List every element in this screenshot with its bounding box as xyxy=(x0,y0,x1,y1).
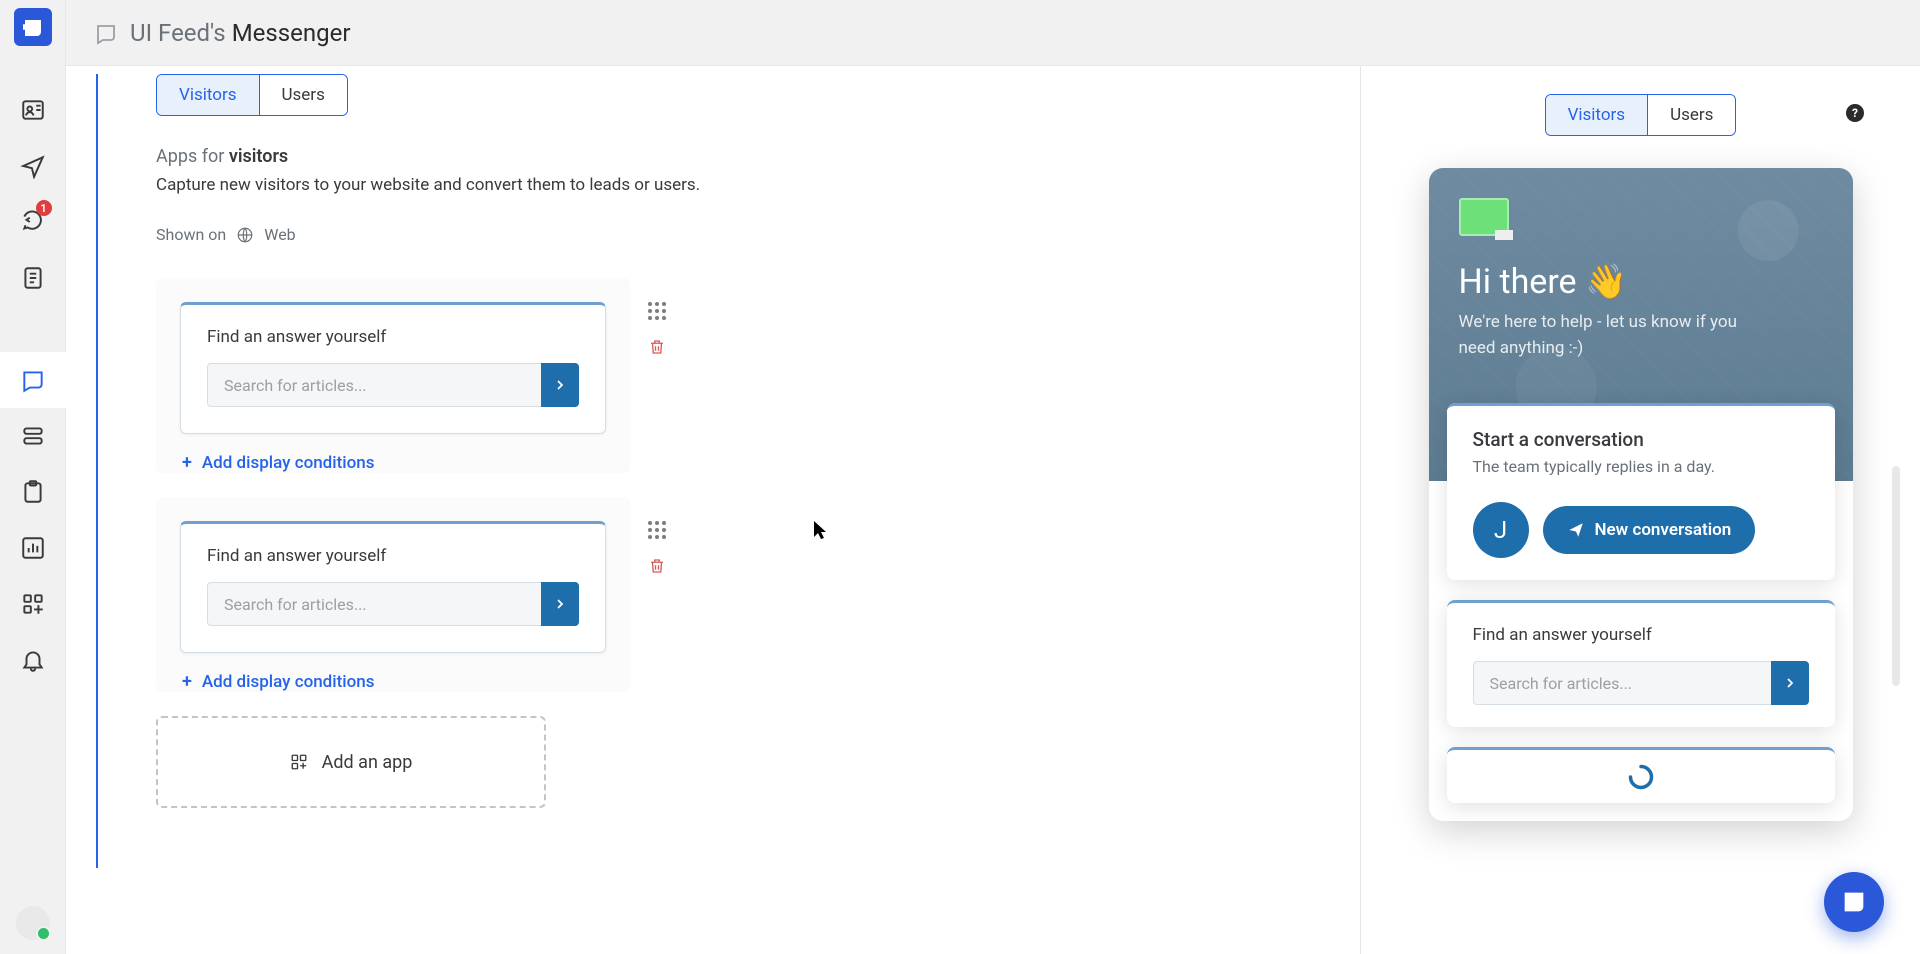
plus-icon: + xyxy=(182,452,192,473)
globe-icon xyxy=(236,226,254,244)
messenger-icon xyxy=(20,367,46,393)
add-display-conditions-button-1[interactable]: + Add display conditions xyxy=(182,452,606,473)
messenger-preview-panel: Visitors Users ? Hi there 👋 We're here t… xyxy=(1360,66,1920,954)
trash-icon xyxy=(648,557,666,575)
nav-apps[interactable] xyxy=(0,576,66,632)
preview-scrollbar[interactable] xyxy=(1892,466,1900,686)
drag-handle[interactable] xyxy=(648,302,666,320)
spinner-icon xyxy=(1627,763,1655,791)
shown-on-row: Shown on Web xyxy=(156,225,926,244)
config-panel: Visitors Users Apps for visitors Capture… xyxy=(66,66,1360,954)
nav-articles[interactable] xyxy=(0,250,66,306)
page-header: UI Feed's Messenger xyxy=(66,0,1920,66)
user-avatar[interactable] xyxy=(16,906,50,940)
article-search-card: Find an answer yourself xyxy=(180,302,606,434)
nav-reports[interactable] xyxy=(0,520,66,576)
shown-on-label: Shown on xyxy=(156,225,226,244)
bell-icon xyxy=(20,647,46,673)
team-avatar: J xyxy=(1473,502,1529,558)
messenger-launcher[interactable] xyxy=(1824,872,1884,932)
audience-segmented-control: Visitors Users xyxy=(156,74,348,116)
shown-on-value: Web xyxy=(264,225,295,244)
apps-grid-icon xyxy=(20,591,46,617)
nav-messenger[interactable] xyxy=(0,352,66,408)
send-arrow-icon xyxy=(20,153,46,179)
app-block-2: Find an answer yourself + Add display co… xyxy=(156,497,630,692)
preview-article-search-input[interactable] xyxy=(1473,661,1771,705)
add-app-label: Add an app xyxy=(322,752,413,773)
card-title: Find an answer yourself xyxy=(207,546,579,566)
delete-button[interactable] xyxy=(648,557,666,579)
preview-help-button[interactable]: ? xyxy=(1846,104,1864,122)
nav-inbox[interactable]: 1 xyxy=(0,194,66,250)
new-conversation-button[interactable]: New conversation xyxy=(1543,506,1756,554)
apps-for-heading: Apps for visitors xyxy=(156,146,926,167)
delete-button[interactable] xyxy=(648,338,666,360)
card-title: Find an answer yourself xyxy=(1473,625,1809,645)
plus-icon: + xyxy=(182,671,192,692)
trash-icon xyxy=(648,338,666,356)
tab-users[interactable]: Users xyxy=(260,75,347,115)
launcher-icon xyxy=(1840,888,1868,916)
left-navigation-rail: 1 xyxy=(0,0,66,954)
nav-contacts[interactable] xyxy=(0,82,66,138)
article-search-input[interactable] xyxy=(207,582,541,626)
workspace-thumbnail xyxy=(1459,198,1509,236)
preview-tab-visitors[interactable]: Visitors xyxy=(1546,95,1649,135)
messenger-header-icon xyxy=(94,21,118,45)
apps-add-icon xyxy=(290,753,308,771)
add-display-conditions-button-2[interactable]: + Add display conditions xyxy=(182,671,606,692)
search-submit-button[interactable] xyxy=(541,582,579,626)
apps-for-strong: visitors xyxy=(229,146,288,167)
app-block-1: Find an answer yourself + Add display co… xyxy=(156,278,630,473)
reply-time-text: The team typically replies in a day. xyxy=(1473,457,1809,476)
search-submit-button[interactable] xyxy=(541,363,579,407)
clipboard-icon xyxy=(20,479,46,505)
send-icon xyxy=(1567,521,1585,539)
greeting-text: Hi there 👋 xyxy=(1459,262,1823,302)
chevron-right-icon xyxy=(1782,675,1798,691)
inbox-badge: 1 xyxy=(36,200,52,216)
preview-search-submit-button[interactable] xyxy=(1771,661,1809,705)
preview-segmented-control: Visitors Users xyxy=(1545,94,1737,136)
article-search-card: Find an answer yourself xyxy=(180,521,606,653)
intercom-logo-icon xyxy=(21,16,45,40)
apps-for-subtitle: Capture new visitors to your website and… xyxy=(156,175,926,195)
article-search-input[interactable] xyxy=(207,363,541,407)
stacked-icon xyxy=(20,423,46,449)
chevron-right-icon xyxy=(552,596,568,612)
greeting-subtitle: We're here to help - let us know if you … xyxy=(1459,310,1759,361)
header-title-prefix: UI Feed's xyxy=(130,19,226,47)
chevron-right-icon xyxy=(552,377,568,393)
nav-outbound[interactable] xyxy=(0,138,66,194)
start-conversation-title: Start a conversation xyxy=(1473,428,1809,451)
tab-visitors[interactable]: Visitors xyxy=(157,75,260,115)
intercom-logo[interactable] xyxy=(14,8,52,46)
nav-operator[interactable] xyxy=(0,408,66,464)
drag-handle[interactable] xyxy=(648,521,666,539)
nav-notifications[interactable] xyxy=(0,632,66,688)
header-title-main: Messenger xyxy=(232,19,351,47)
add-conditions-label: Add display conditions xyxy=(202,672,375,692)
card-title: Find an answer yourself xyxy=(207,327,579,347)
contacts-icon xyxy=(20,97,46,123)
preview-article-search-card: Find an answer yourself xyxy=(1447,600,1835,727)
add-an-app-button[interactable]: Add an app xyxy=(156,716,546,808)
document-icon xyxy=(20,265,46,291)
loading-card xyxy=(1447,747,1835,803)
bar-chart-icon xyxy=(20,535,46,561)
preview-tab-users[interactable]: Users xyxy=(1648,95,1735,135)
add-conditions-label: Add display conditions xyxy=(202,453,375,473)
apps-for-prefix: Apps for xyxy=(156,146,229,167)
messenger-preview: Hi there 👋 We're here to help - let us k… xyxy=(1429,168,1853,821)
cursor-icon xyxy=(813,520,827,540)
new-conversation-label: New conversation xyxy=(1595,520,1732,540)
start-conversation-card: Start a conversation The team typically … xyxy=(1447,403,1835,580)
nav-reports2[interactable] xyxy=(0,464,66,520)
